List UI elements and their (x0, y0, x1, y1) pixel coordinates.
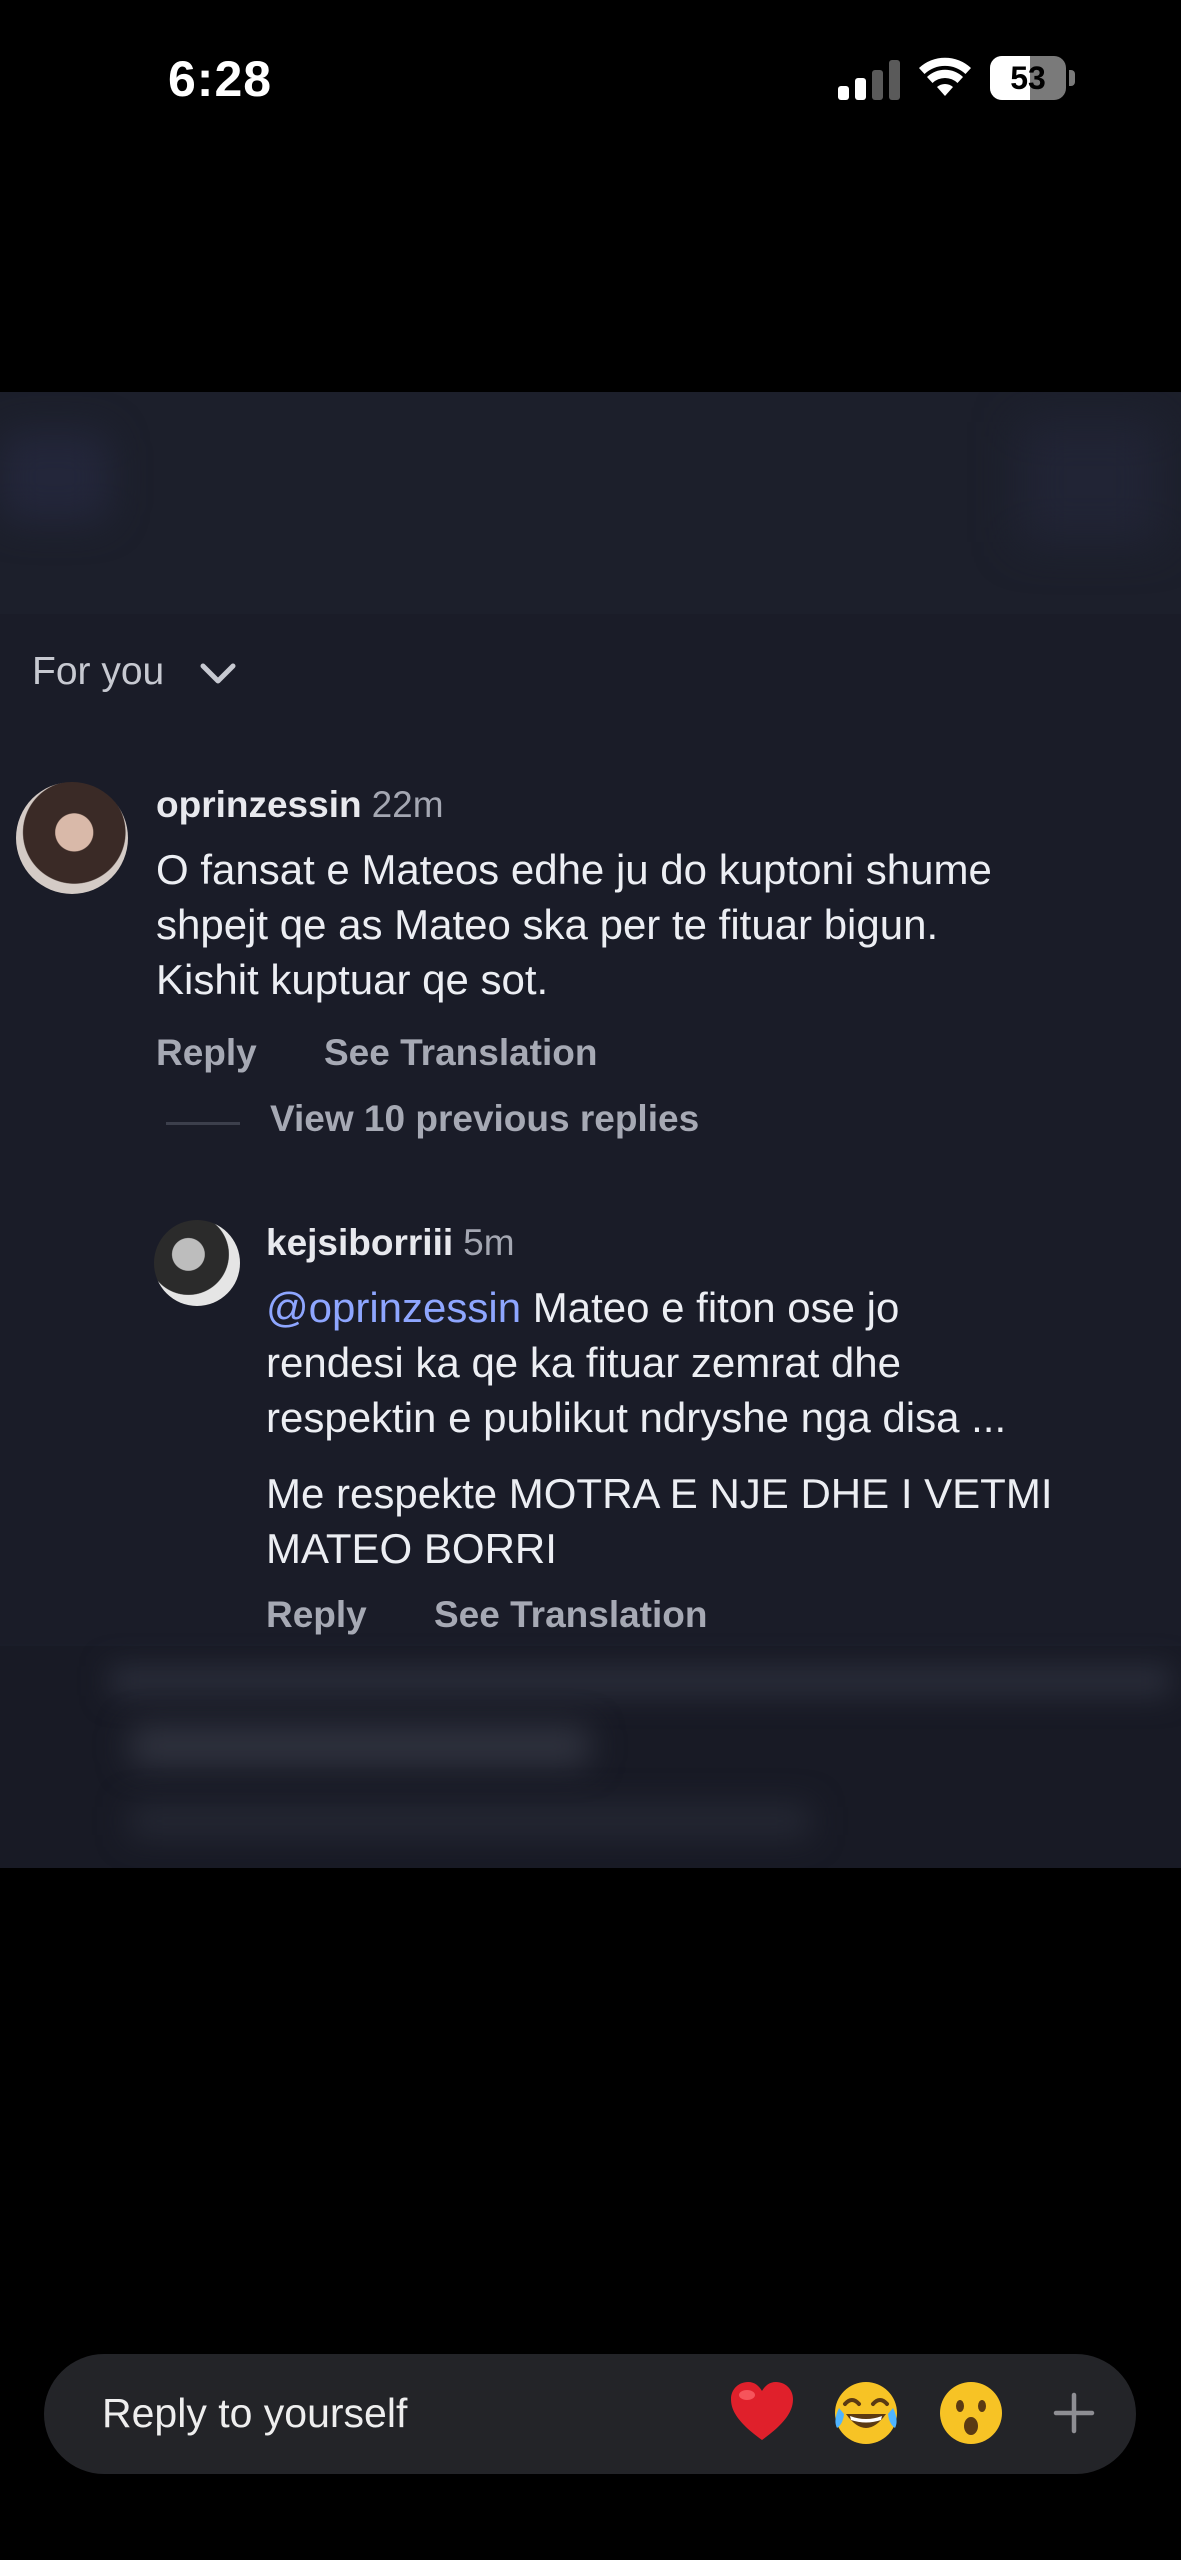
thread-divider (166, 1122, 240, 1125)
username-text: oprinzessin (156, 784, 362, 825)
reply-input[interactable]: Reply to yourself (44, 2354, 1136, 2474)
reply-link: Reply (156, 1032, 257, 1073)
comment-text: O fansat e Mateos edhe ju do kuptoni shu… (156, 846, 992, 1003)
view-previous-replies: View 10 previous replies (270, 1098, 700, 1139)
wifi-icon (919, 57, 971, 96)
sort-label: For you (32, 650, 165, 693)
comment-timestamp: 5m (463, 1222, 515, 1263)
laughing-emoji[interactable] (831, 2378, 901, 2448)
status-bar: 6:28 53 (0, 0, 1181, 160)
see-translation-link: See Translation (434, 1594, 708, 1635)
comment-username: oprinzessin 22m (156, 784, 444, 826)
plus-icon[interactable] (1039, 2378, 1109, 2448)
battery-icon: 53 (990, 56, 1076, 100)
cellular-signal-icon (838, 60, 900, 100)
surprised-emoji[interactable] (936, 2378, 1006, 2448)
heart-emoji[interactable] (727, 2378, 797, 2448)
avatar (16, 782, 128, 894)
battery-percentage: 53 (1010, 60, 1046, 96)
sort-dropdown: For you (32, 650, 237, 694)
comment-text: @oprinzessin Mateo e fiton ose jo rendes… (266, 1280, 1006, 1445)
avatar (154, 1220, 240, 1306)
reply-placeholder: Reply to yourself (102, 2390, 408, 2436)
blurred-header (0, 392, 1181, 614)
blurred-footer (0, 1646, 1181, 1868)
username-text: kejsiborriii (266, 1222, 454, 1263)
comment-timestamp: 22m (371, 784, 444, 825)
comment-username: kejsiborriii 5m (266, 1222, 515, 1264)
status-time: 6:28 (168, 51, 273, 107)
mention-link: @oprinzessin (266, 1284, 522, 1331)
comment-text-continued: Me respekte MOTRA E NJE DHE I VETMI MATE… (266, 1470, 1053, 1572)
see-translation-link: See Translation (324, 1032, 598, 1073)
reply-link: Reply (266, 1594, 367, 1635)
shared-screenshot: For you oprinzessin 22m O fansat e Mateos… (0, 392, 1181, 1868)
chevron-down-icon (200, 663, 236, 684)
